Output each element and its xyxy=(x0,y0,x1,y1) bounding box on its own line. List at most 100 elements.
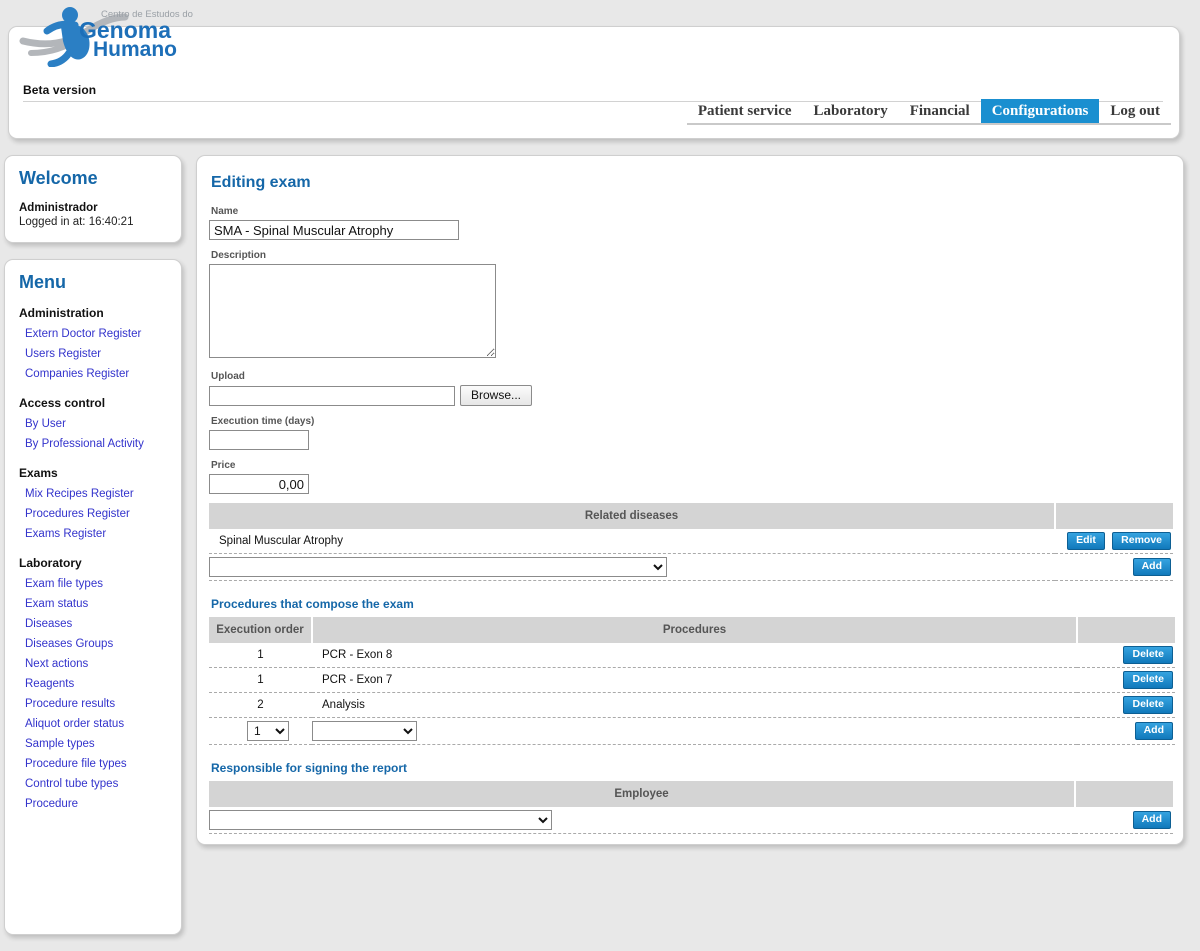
name-input[interactable] xyxy=(209,220,459,240)
app-page: Centro de Estudos do Genoma Humano Beta … xyxy=(0,0,1200,935)
nav-item-financial[interactable]: Financial xyxy=(899,99,981,123)
disease-select[interactable] xyxy=(209,557,667,577)
sidebar-item-procedure-file-types[interactable]: Procedure file types xyxy=(19,754,167,774)
sidebar-item-extern-doctor-register[interactable]: Extern Doctor Register xyxy=(19,324,167,344)
nav-item-laboratory[interactable]: Laboratory xyxy=(803,99,899,123)
menu-group-administration: Administration xyxy=(19,306,104,320)
execution-time-input[interactable] xyxy=(209,430,309,450)
employee-select[interactable] xyxy=(209,810,552,830)
menu-title: Menu xyxy=(19,272,66,292)
column-employee: Employee xyxy=(209,781,1076,807)
column-related-diseases: Related diseases xyxy=(209,503,1056,529)
sidebar-item-by-user[interactable]: By User xyxy=(19,414,167,434)
edit-button[interactable]: Edit xyxy=(1067,532,1105,550)
price-input[interactable] xyxy=(209,474,309,494)
beta-version-label: Beta version xyxy=(23,83,97,97)
table-row: 1 PCR - Exon 8 Delete xyxy=(209,643,1175,668)
sidebar-item-procedures-register[interactable]: Procedures Register xyxy=(19,504,167,524)
disease-select-cell xyxy=(209,553,1055,581)
sidebar-item-control-tube-types[interactable]: Control tube types xyxy=(19,774,167,794)
sidebar-item-by-professional-activity[interactable]: By Professional Activity xyxy=(19,434,167,454)
procedure-order-cell: 1 xyxy=(209,667,312,693)
welcome-login-time: Logged in at: 16:40:21 xyxy=(19,216,134,228)
execution-time-label: Execution time (days) xyxy=(211,416,315,427)
responsible-section-title: Responsible for signing the report xyxy=(211,761,408,775)
upload-row: Browse... xyxy=(209,385,1171,406)
sidebar-item-mix-recipes-register[interactable]: Mix Recipes Register xyxy=(19,484,167,504)
procedures-table: Execution order Procedures 1 PCR - Exon … xyxy=(209,617,1175,745)
table-row-add: 1 Add xyxy=(209,717,1175,745)
employee-select-cell xyxy=(209,807,1075,834)
procedure-order-select-cell: 1 xyxy=(209,717,312,745)
main-navigation: Patient service Laboratory Financial Con… xyxy=(686,99,1171,125)
disease-actions-cell: Edit Remove xyxy=(1055,529,1173,554)
sidebar-item-aliquot-order-status[interactable]: Aliquot order status xyxy=(19,714,167,734)
description-label: Description xyxy=(211,250,267,261)
table-header-row: Employee xyxy=(209,781,1173,807)
add-employee-button[interactable]: Add xyxy=(1132,811,1171,829)
sidebar-item-users-register[interactable]: Users Register xyxy=(19,344,167,364)
menu-panel: Menu Administration Extern Doctor Regist… xyxy=(4,259,182,935)
price-label: Price xyxy=(211,460,236,471)
procedure-name-cell: PCR - Exon 7 xyxy=(312,667,1077,693)
sidebar-item-reagents[interactable]: Reagents xyxy=(19,674,167,694)
procedures-section-title: Procedures that compose the exam xyxy=(211,597,414,611)
disease-add-cell: Add xyxy=(1055,553,1173,581)
delete-button[interactable]: Delete xyxy=(1123,646,1173,664)
upload-input[interactable] xyxy=(209,385,455,406)
nav-item-log-out[interactable]: Log out xyxy=(1099,99,1171,123)
welcome-user-name: Administrador xyxy=(19,202,98,214)
page-title: Editing exam xyxy=(211,174,311,191)
welcome-title: Welcome xyxy=(19,168,98,188)
main-content-panel: Editing exam Name Description Upload Bro… xyxy=(196,155,1184,845)
column-procedures: Procedures xyxy=(312,617,1078,643)
procedure-order-select[interactable]: 1 xyxy=(247,721,289,741)
procedure-select[interactable] xyxy=(312,721,417,741)
procedure-actions-cell: Delete xyxy=(1077,643,1175,668)
logo-line2: Humano xyxy=(93,38,177,61)
procedure-name-cell: PCR - Exon 8 xyxy=(312,643,1077,668)
employee-add-cell: Add xyxy=(1075,807,1173,834)
sidebar-item-procedure-results[interactable]: Procedure results xyxy=(19,694,167,714)
table-row: Spinal Muscular Atrophy Edit Remove xyxy=(209,529,1173,554)
sidebar-item-diseases[interactable]: Diseases xyxy=(19,614,167,634)
sidebar-item-procedure[interactable]: Procedure xyxy=(19,794,167,814)
column-actions xyxy=(1075,781,1173,807)
sidebar-item-exams-register[interactable]: Exams Register xyxy=(19,524,167,544)
name-label: Name xyxy=(211,206,239,217)
remove-button[interactable]: Remove xyxy=(1112,532,1171,550)
sidebar-item-exam-file-types[interactable]: Exam file types xyxy=(19,574,167,594)
sidebar: Welcome Administrador Logged in at: 16:4… xyxy=(4,155,182,951)
add-procedure-button[interactable]: Add xyxy=(1134,722,1173,740)
upload-label: Upload xyxy=(211,371,245,382)
column-actions xyxy=(1055,503,1173,529)
table-row: 2 Analysis Delete xyxy=(209,692,1175,718)
sidebar-item-diseases-groups[interactable]: Diseases Groups xyxy=(19,634,167,654)
browse-button[interactable]: Browse... xyxy=(460,385,533,406)
nav-item-configurations[interactable]: Configurations xyxy=(980,99,1100,123)
table-header-row: Execution order Procedures xyxy=(209,617,1175,643)
related-diseases-table: Related diseases Spinal Muscular Atrophy… xyxy=(209,503,1173,581)
procedure-actions-cell: Delete xyxy=(1077,667,1175,693)
procedure-actions-cell: Delete xyxy=(1077,692,1175,718)
sidebar-item-companies-register[interactable]: Companies Register xyxy=(19,364,167,384)
procedure-select-cell xyxy=(312,717,1077,745)
site-logo[interactable]: Centro de Estudos do Genoma Humano xyxy=(17,1,197,67)
nav-item-patient-service[interactable]: Patient service xyxy=(687,99,803,123)
sidebar-item-next-actions[interactable]: Next actions xyxy=(19,654,167,674)
sidebar-item-exam-status[interactable]: Exam status xyxy=(19,594,167,614)
description-textarea[interactable] xyxy=(209,264,496,358)
menu-group-access-control: Access control xyxy=(19,396,106,410)
table-row: 1 PCR - Exon 7 Delete xyxy=(209,667,1175,693)
delete-button[interactable]: Delete xyxy=(1123,671,1173,689)
sidebar-item-sample-types[interactable]: Sample types xyxy=(19,734,167,754)
delete-button[interactable]: Delete xyxy=(1123,696,1173,714)
add-disease-button[interactable]: Add xyxy=(1132,558,1171,576)
responsible-table: Employee Add xyxy=(209,781,1173,834)
disease-name-cell: Spinal Muscular Atrophy xyxy=(209,529,1055,554)
table-row-add: Add xyxy=(209,553,1173,581)
table-row-add: Add xyxy=(209,807,1173,834)
procedure-order-cell: 1 xyxy=(209,643,312,668)
column-execution-order: Execution order xyxy=(209,617,313,643)
procedure-order-cell: 2 xyxy=(209,692,312,718)
